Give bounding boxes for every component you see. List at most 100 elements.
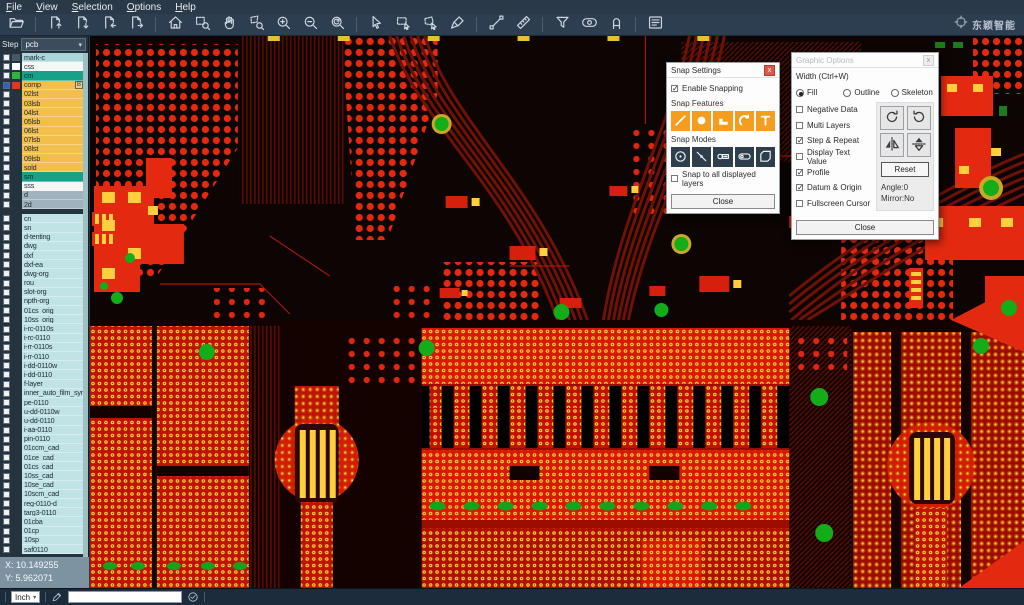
layer-visibility-checkbox[interactable] [3,224,10,231]
snap-feature-pad-circle-button[interactable] [692,111,711,131]
layer-row[interactable]: 04lst [0,108,83,117]
snap-magnet-button[interactable] [604,15,628,35]
layer-row[interactable]: reg-0110-d [0,499,83,508]
layer-row[interactable]: 01cp [0,527,83,536]
layer-row[interactable]: i-rr-0110 [0,352,83,361]
layer-list-scrollbar[interactable] [83,53,88,557]
layer-row[interactable]: rou [0,279,83,288]
layer-row[interactable]: compB [0,81,83,90]
layer-visibility-checkbox[interactable] [3,72,10,79]
layer-visibility-checkbox[interactable] [3,183,10,190]
option-checkbox[interactable] [796,184,803,191]
layer-visibility-checkbox[interactable] [3,100,10,107]
file-right-button[interactable] [124,15,148,35]
layer-row[interactable]: 05lsb [0,117,83,126]
layer-visibility-checkbox[interactable] [3,146,10,153]
rotate-cw-button[interactable] [880,106,904,130]
layer-visibility-checkbox[interactable] [3,91,10,98]
layer-row[interactable]: d-tenting [0,233,83,242]
layer-row[interactable]: dxf [0,251,83,260]
layer-visibility-checkbox[interactable] [3,454,10,461]
layer-visibility-checkbox[interactable] [3,408,10,415]
layer-row[interactable]: d [0,191,83,200]
layer-visibility-checkbox[interactable] [3,82,10,89]
layer-row[interactable]: dxf-ea [0,260,83,269]
menu-help[interactable]: Help [175,2,196,13]
layer-row[interactable]: i-aa-0110 [0,426,83,435]
layer-visibility-checkbox[interactable] [3,243,10,250]
layer-visibility-checkbox[interactable] [3,417,10,424]
graphic-option-row[interactable]: Profile [796,164,872,180]
layer-visibility-checkbox[interactable] [3,54,10,61]
layer-visibility-checkbox[interactable] [3,307,10,314]
layer-visibility-checkbox[interactable] [3,164,10,171]
slot-snap-button[interactable] [735,147,754,167]
layer-visibility-checkbox[interactable] [3,436,10,443]
measure-ruler-button[interactable] [511,15,535,35]
layer-visibility-checkbox[interactable] [3,137,10,144]
layer-visibility-checkbox[interactable] [3,215,10,222]
layer-visibility-checkbox[interactable] [3,201,10,208]
layer-visibility-checkbox[interactable] [3,528,10,535]
layer-row[interactable]: inner_auto_film_symb [0,389,83,398]
graphic-option-row[interactable]: Display Text Value [796,149,872,165]
layer-row[interactable]: 2d [0,200,83,209]
layer-row[interactable]: 01cba [0,517,83,526]
file-left-button[interactable] [97,15,121,35]
grid-badge-icon[interactable]: B [75,81,83,89]
layer-row[interactable]: 02lst [0,90,83,99]
layer-row[interactable]: sm [0,172,83,181]
layer-row[interactable]: 01ce_cad [0,453,83,462]
layer-visibility-checkbox[interactable] [3,118,10,125]
layer-visibility-checkbox[interactable] [3,109,10,116]
zoom-in-button[interactable] [271,15,295,35]
home-view-button[interactable] [163,15,187,35]
layer-row[interactable]: dwg [0,242,83,251]
option-checkbox[interactable] [796,153,803,160]
snap-feature-line-button[interactable] [671,111,690,131]
layer-row[interactable]: sn [0,223,83,232]
layer-visibility-checkbox[interactable] [3,326,10,333]
layer-visibility-checkbox[interactable] [3,174,10,181]
menu-selection[interactable]: Selection [72,2,113,13]
intersection-snap-button[interactable] [692,147,711,167]
layer-row[interactable]: slot-org [0,288,83,297]
layer-visibility-checkbox[interactable] [3,289,10,296]
option-checkbox[interactable] [796,137,803,144]
graphic-option-row[interactable]: Fullscreen Cursor [796,196,872,212]
command-input[interactable] [68,591,182,603]
menu-file[interactable]: File [6,2,22,13]
step-dropdown[interactable]: pcb ▾ [21,38,86,51]
layer-visibility-checkbox[interactable] [3,252,10,259]
contour-snap-button[interactable] [756,147,775,167]
layer-row[interactable]: 01cs_cad [0,462,83,471]
layer-visibility-checkbox[interactable] [3,399,10,406]
graphic-close-button[interactable]: Close [796,220,934,235]
layer-row[interactable]: u-dd-0110w [0,407,83,416]
option-checkbox[interactable] [796,122,803,129]
width-radio-skeleton[interactable]: Skeleton [891,88,934,97]
graphic-option-row[interactable]: Step & Repeat [796,133,872,149]
view-eye-button[interactable] [577,15,601,35]
layer-visibility-checkbox[interactable] [3,270,10,277]
layer-row[interactable]: i-rr-0110s [0,343,83,352]
menu-options[interactable]: Options [127,2,161,13]
zoom-previous-button[interactable] [325,15,349,35]
zoom-area-button[interactable] [244,15,268,35]
center-snap-button[interactable] [671,147,690,167]
file-down-button[interactable] [70,15,94,35]
measure-line-button[interactable] [484,15,508,35]
layer-row[interactable]: 10se_cad [0,481,83,490]
close-icon[interactable]: x [923,55,934,66]
layer-row[interactable]: mark-c [0,53,83,62]
layer-visibility-checkbox[interactable] [3,234,10,241]
snap-all-layers-option[interactable]: Snap to all displayed layers [671,172,775,185]
layer-row[interactable]: cm [0,71,83,80]
graphic-option-row[interactable]: Negative Data [796,102,872,118]
layer-row[interactable]: i-dd-0110w [0,361,83,370]
layer-row[interactable]: targ3-0110 [0,508,83,517]
radio-icon[interactable] [891,89,899,97]
layer-row[interactable]: 10ss_cad [0,471,83,480]
select-arrow-button[interactable] [364,15,388,35]
layer-visibility-checkbox[interactable] [3,518,10,525]
